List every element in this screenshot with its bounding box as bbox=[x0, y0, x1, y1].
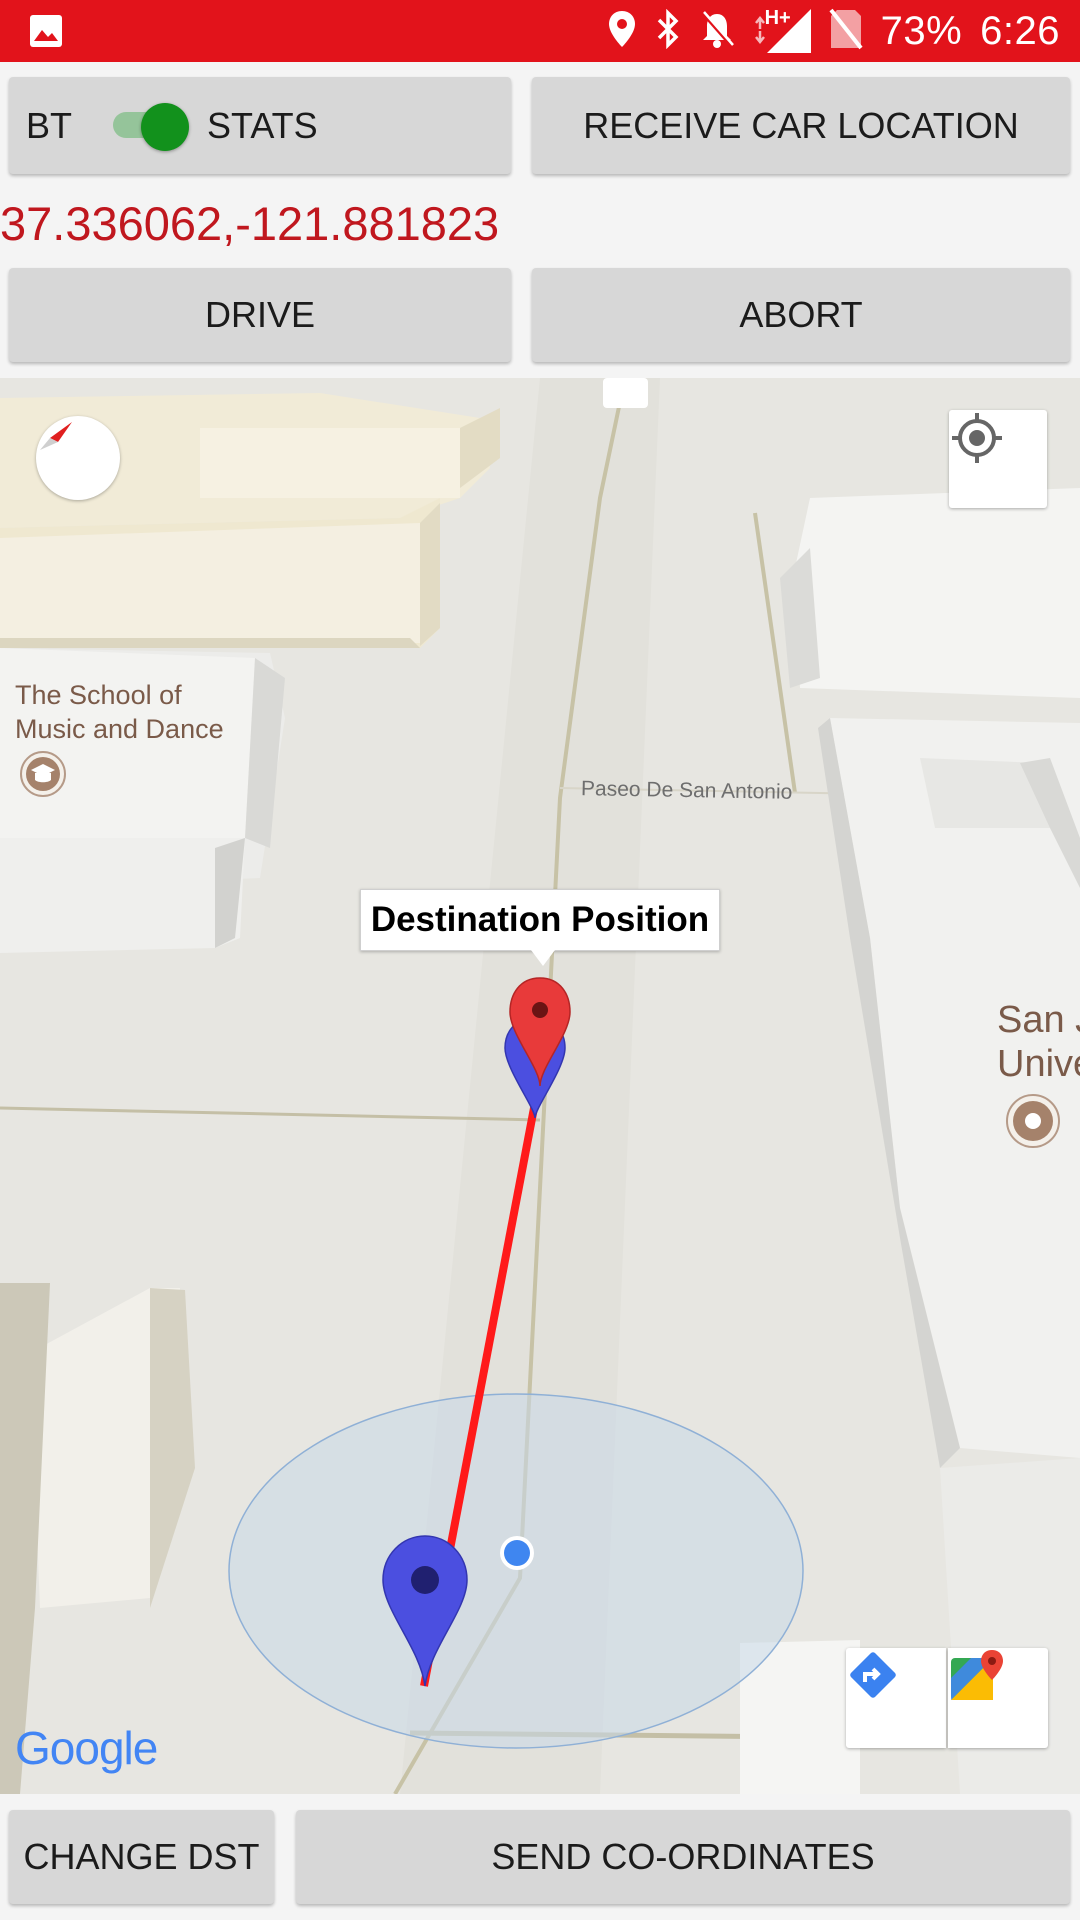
school-label-line1: The School of bbox=[15, 680, 182, 710]
drive-button[interactable]: DRIVE bbox=[9, 268, 511, 362]
stats-label: STATS bbox=[207, 104, 318, 146]
google-maps-icon bbox=[951, 1650, 1003, 1700]
bt-label: BT bbox=[26, 104, 73, 146]
current-coordinates: 37.336062,-121.881823 bbox=[0, 197, 500, 250]
compass-icon bbox=[40, 422, 72, 450]
send-coordinates-button[interactable]: SEND CO-ORDINATES bbox=[296, 1810, 1070, 1904]
directions-button[interactable] bbox=[846, 1648, 946, 1748]
signal-icon bbox=[754, 9, 811, 53]
abort-button[interactable]: ABORT bbox=[532, 268, 1070, 362]
school-label-line2: Music and Dance bbox=[15, 714, 224, 744]
image-icon bbox=[28, 13, 64, 54]
map-canvas bbox=[0, 378, 1080, 1794]
crosshair-icon bbox=[952, 413, 1002, 463]
school-label: The School of Music and Dance bbox=[15, 678, 224, 746]
university-label-line1: San J bbox=[997, 999, 1080, 1041]
university-label-line2: Unive bbox=[997, 1043, 1080, 1085]
battery-level: 73% bbox=[880, 8, 963, 53]
bluetooth-icon bbox=[655, 8, 681, 54]
compass-button[interactable] bbox=[36, 416, 120, 500]
google-logo: Google bbox=[15, 1722, 158, 1774]
directions-icon bbox=[850, 1652, 896, 1698]
notifications-off-icon bbox=[699, 9, 735, 54]
receive-car-location-button[interactable]: RECEIVE CAR LOCATION bbox=[532, 77, 1070, 174]
destination-info-window[interactable]: Destination Position bbox=[360, 889, 720, 966]
no-sim-icon bbox=[829, 8, 863, 55]
map-view[interactable]: The School of Music and Dance Paseo De S… bbox=[0, 378, 1080, 1794]
university-label: San J Unive bbox=[997, 998, 1080, 1086]
location-icon bbox=[607, 9, 637, 54]
change-destination-button[interactable]: CHANGE DST bbox=[9, 1810, 274, 1904]
bt-stats-switch[interactable] bbox=[109, 103, 191, 151]
street-label: Paseo De San Antonio bbox=[580, 777, 793, 804]
open-in-maps-button[interactable] bbox=[948, 1648, 1048, 1748]
my-location-button[interactable] bbox=[949, 410, 1047, 508]
status-bar: H+ 73% 6:26 bbox=[0, 0, 1080, 62]
clock: 6:26 bbox=[980, 8, 1060, 53]
bt-stats-toggle-container: BT STATS bbox=[9, 77, 511, 174]
